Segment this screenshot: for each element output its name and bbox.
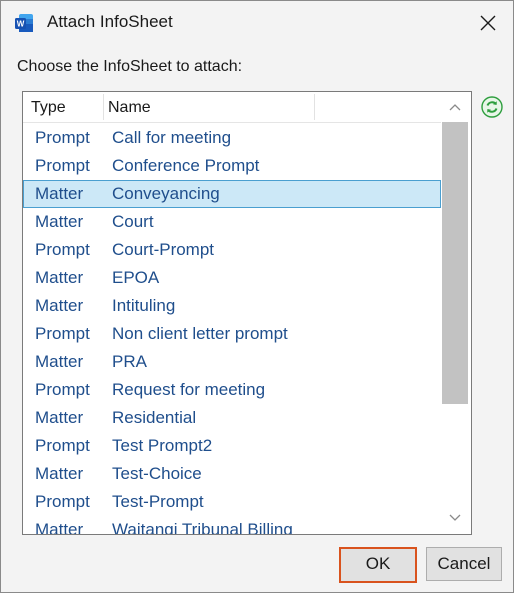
word-icon: W xyxy=(14,13,34,33)
cell-name: Conference Prompt xyxy=(112,156,260,175)
cell-name: Residential xyxy=(112,408,197,427)
cell-type: Matter xyxy=(35,464,84,483)
list-item[interactable]: Prompt Conference Prompt xyxy=(23,152,441,180)
chevron-down-icon xyxy=(449,514,461,521)
cell-type: Matter xyxy=(35,408,84,427)
cell-type: Matter xyxy=(35,268,84,287)
cell-name: Call for meeting xyxy=(112,128,232,147)
list-item[interactable]: Prompt Call for meeting xyxy=(23,124,441,152)
list-item[interactable]: Matter Residential xyxy=(23,404,441,432)
vertical-scrollbar[interactable] xyxy=(441,92,469,532)
refresh-icon xyxy=(481,96,503,118)
list-header: Type Name xyxy=(23,92,441,123)
cell-name: Test Prompt2 xyxy=(112,436,213,455)
list-item[interactable]: Matter EPOA xyxy=(23,264,441,292)
list-rows: Prompt Call for meeting Prompt Conference P… xyxy=(23,124,441,534)
cell-type: Matter xyxy=(35,520,84,534)
attach-infosheet-dialog: W Attach InfoSheet Choose the InfoSheet … xyxy=(0,0,514,593)
cell-name: Test-Prompt xyxy=(112,492,204,511)
column-divider[interactable] xyxy=(314,94,315,120)
cell-name: Court-Prompt xyxy=(112,240,215,259)
title-bar: W Attach InfoSheet xyxy=(1,1,513,45)
cell-type: Matter xyxy=(35,184,84,203)
cell-name: Waitangi Tribunal Billing xyxy=(112,520,293,534)
cell-type: Matter xyxy=(35,296,84,315)
cell-type: Prompt xyxy=(35,128,90,147)
close-button[interactable] xyxy=(467,5,509,41)
cell-type: Matter xyxy=(35,212,84,231)
column-header-type[interactable]: Type xyxy=(31,92,101,122)
cell-name: PRA xyxy=(112,352,147,371)
column-header-name[interactable]: Name xyxy=(108,92,308,122)
scroll-up-button[interactable] xyxy=(441,92,469,122)
list-item[interactable]: Matter Intituling xyxy=(23,292,441,320)
cell-name: Non client letter prompt xyxy=(112,324,288,343)
list-item[interactable]: Matter PRA xyxy=(23,348,441,376)
cell-name: Request for meeting xyxy=(112,380,266,399)
ok-button[interactable]: OK xyxy=(339,547,417,583)
svg-text:W: W xyxy=(17,20,25,29)
scroll-thumb[interactable] xyxy=(442,122,468,404)
cell-type: Prompt xyxy=(35,240,90,259)
cell-name: Court xyxy=(112,212,154,231)
list-item[interactable]: Prompt Test-Prompt xyxy=(23,488,441,516)
scroll-down-button[interactable] xyxy=(441,504,469,532)
cell-name: Test-Choice xyxy=(112,464,202,483)
cell-type: Prompt xyxy=(35,324,90,343)
infosheet-list[interactable]: Type Name Prompt Call for meeting Prompt Co… xyxy=(22,91,472,535)
chevron-up-icon xyxy=(449,104,461,111)
cell-type: Matter xyxy=(35,352,84,371)
list-item[interactable]: Prompt Court-Prompt xyxy=(23,236,441,264)
instruction-label: Choose the InfoSheet to attach: xyxy=(17,58,243,75)
cell-name: Conveyancing xyxy=(112,184,220,203)
close-icon xyxy=(480,15,496,31)
cell-type: Prompt xyxy=(35,156,90,175)
cell-type: Prompt xyxy=(35,380,90,399)
cell-type: Prompt xyxy=(35,436,90,455)
cell-name: EPOA xyxy=(112,268,160,287)
cell-name: Intituling xyxy=(112,296,176,315)
refresh-button[interactable] xyxy=(480,95,504,119)
cancel-button[interactable]: Cancel xyxy=(426,547,502,581)
list-item[interactable]: Matter Waitangi Tribunal Billing xyxy=(23,516,441,534)
cell-type: Prompt xyxy=(35,492,90,511)
dialog-title: Attach InfoSheet xyxy=(47,12,173,31)
list-item[interactable]: Matter Conveyancing xyxy=(23,180,441,208)
list-item[interactable]: Prompt Test Prompt2 xyxy=(23,432,441,460)
list-item[interactable]: Prompt Non client letter prompt xyxy=(23,320,441,348)
list-item[interactable]: Matter Court xyxy=(23,208,441,236)
list-item[interactable]: Prompt Request for meeting xyxy=(23,376,441,404)
column-divider[interactable] xyxy=(103,94,104,120)
list-item[interactable]: Matter Test-Choice xyxy=(23,460,441,488)
